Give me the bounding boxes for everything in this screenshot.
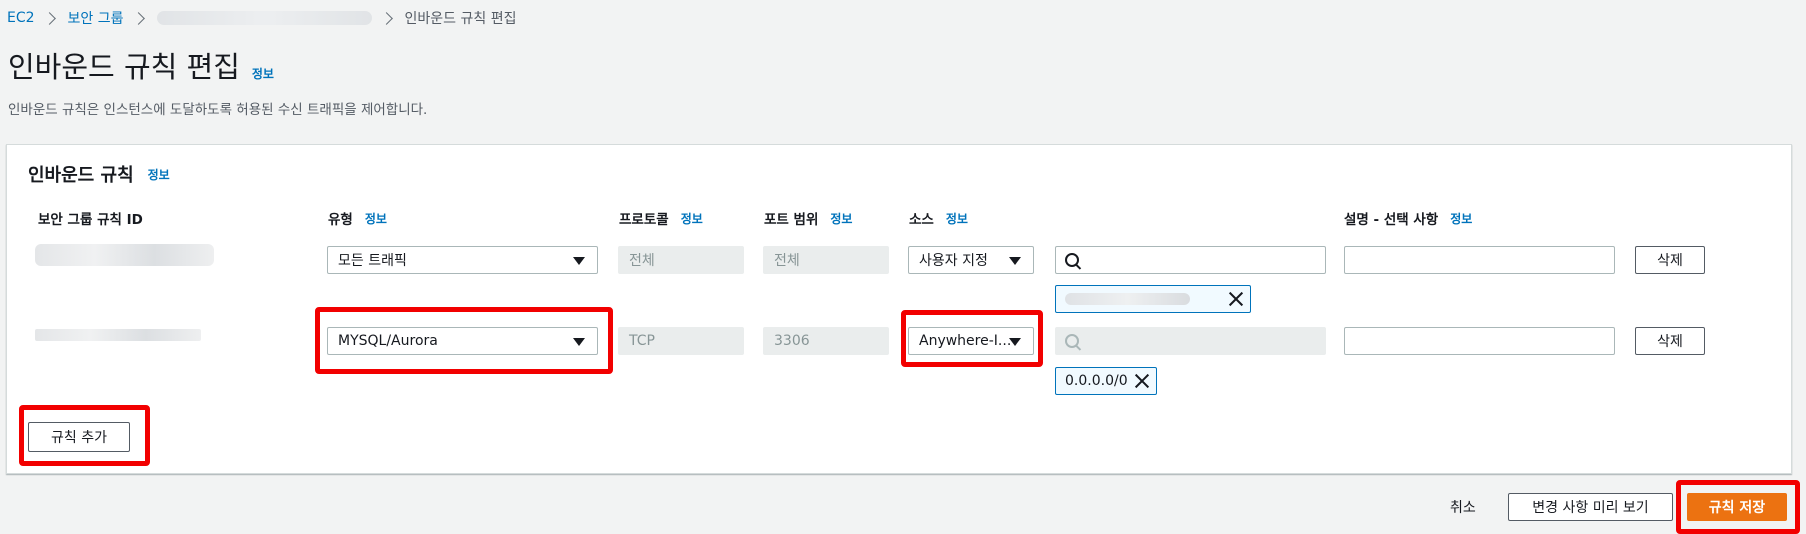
- delete-button[interactable]: 삭제: [1635, 246, 1705, 274]
- info-link[interactable]: 정보: [148, 166, 170, 183]
- breadcrumb-ec2[interactable]: EC2: [7, 10, 35, 26]
- info-link[interactable]: 정보: [681, 210, 703, 227]
- caret-down-icon: [1009, 257, 1021, 265]
- token-redacted-value: [1065, 293, 1190, 305]
- info-link[interactable]: 정보: [365, 210, 387, 227]
- source-token: [1055, 285, 1251, 313]
- port-range-field: 3306: [763, 327, 889, 355]
- token-value: 0.0.0.0/0: [1065, 373, 1128, 389]
- chevron-right-icon: [42, 11, 56, 25]
- source-select-value: 사용자 지정: [919, 253, 988, 269]
- column-header-protocol: 프로토콜 정보: [619, 208, 703, 229]
- column-label: 유형: [328, 212, 353, 228]
- page-title: 인바운드 규칙 편집: [8, 50, 240, 84]
- port-value: 3306: [774, 333, 810, 349]
- column-label: 소스: [909, 212, 934, 228]
- highlight-box-type: [315, 307, 613, 374]
- type-select-value: 모든 트래픽: [338, 253, 407, 269]
- protocol-field: TCP: [618, 327, 744, 355]
- protocol-value: TCP: [629, 333, 655, 349]
- preview-changes-button[interactable]: 변경 사항 미리 보기: [1508, 493, 1673, 521]
- port-range-field: 전체: [763, 246, 889, 274]
- protocol-field: 전체: [618, 246, 744, 274]
- breadcrumb-redacted-group[interactable]: [156, 11, 372, 25]
- column-header-port: 포트 범위 정보: [764, 208, 852, 229]
- close-icon[interactable]: [1134, 373, 1150, 389]
- column-label: 보안 그룹 규칙 ID: [38, 212, 143, 228]
- search-icon: [1065, 253, 1079, 267]
- info-link[interactable]: 정보: [830, 210, 852, 227]
- source-token: 0.0.0.0/0: [1055, 367, 1157, 395]
- breadcrumb: EC2 보안 그룹 인바운드 규칙 편집: [7, 8, 516, 28]
- description-input[interactable]: [1344, 327, 1615, 355]
- highlight-box-source: [901, 310, 1043, 367]
- info-link[interactable]: 정보: [1450, 210, 1472, 227]
- source-search-input[interactable]: [1055, 246, 1326, 274]
- panel-title: 인바운드 규칙: [28, 165, 134, 186]
- page-description: 인바운드 규칙은 인스턴스에 도달하도록 허용된 수신 트래픽을 제어합니다.: [8, 102, 428, 118]
- column-label: 포트 범위: [764, 212, 819, 228]
- column-label: 프로토콜: [619, 212, 669, 228]
- source-select[interactable]: 사용자 지정: [908, 246, 1034, 274]
- port-value: 전체: [774, 253, 800, 269]
- highlight-box-save: [1676, 480, 1800, 534]
- column-header-type: 유형 정보: [328, 208, 387, 229]
- type-select[interactable]: 모든 트래픽: [327, 246, 598, 274]
- column-label: 설명 - 선택 사항: [1344, 212, 1439, 228]
- panel-header: 인바운드 규칙 정보: [28, 161, 170, 187]
- info-link[interactable]: 정보: [946, 210, 968, 227]
- cancel-button[interactable]: 취소: [1450, 497, 1476, 517]
- breadcrumb-current: 인바운드 규칙 편집: [404, 11, 517, 27]
- rule-id-redacted: [35, 329, 201, 341]
- breadcrumb-security-groups[interactable]: 보안 그룹: [68, 8, 124, 28]
- chevron-right-icon: [131, 11, 145, 25]
- protocol-value: 전체: [629, 253, 655, 269]
- rule-id-redacted: [35, 244, 214, 266]
- inbound-rules-panel: 인바운드 규칙 정보 보안 그룹 규칙 ID 유형 정보 프로토콜 정보 포트 …: [6, 144, 1792, 474]
- highlight-box-add-rule: [19, 405, 150, 466]
- info-link[interactable]: 정보: [252, 65, 274, 82]
- page-header: 인바운드 규칙 편집 정보: [8, 44, 274, 86]
- description-input[interactable]: [1344, 246, 1615, 274]
- column-header-description: 설명 - 선택 사항 정보: [1344, 208, 1472, 229]
- column-header-rule-id: 보안 그룹 규칙 ID: [38, 208, 143, 228]
- close-icon[interactable]: [1228, 291, 1244, 307]
- source-search-input[interactable]: [1055, 327, 1326, 355]
- column-header-source: 소스 정보: [909, 208, 968, 229]
- caret-down-icon: [573, 257, 585, 265]
- delete-button[interactable]: 삭제: [1635, 327, 1705, 355]
- search-icon: [1065, 334, 1079, 348]
- chevron-right-icon: [379, 11, 393, 25]
